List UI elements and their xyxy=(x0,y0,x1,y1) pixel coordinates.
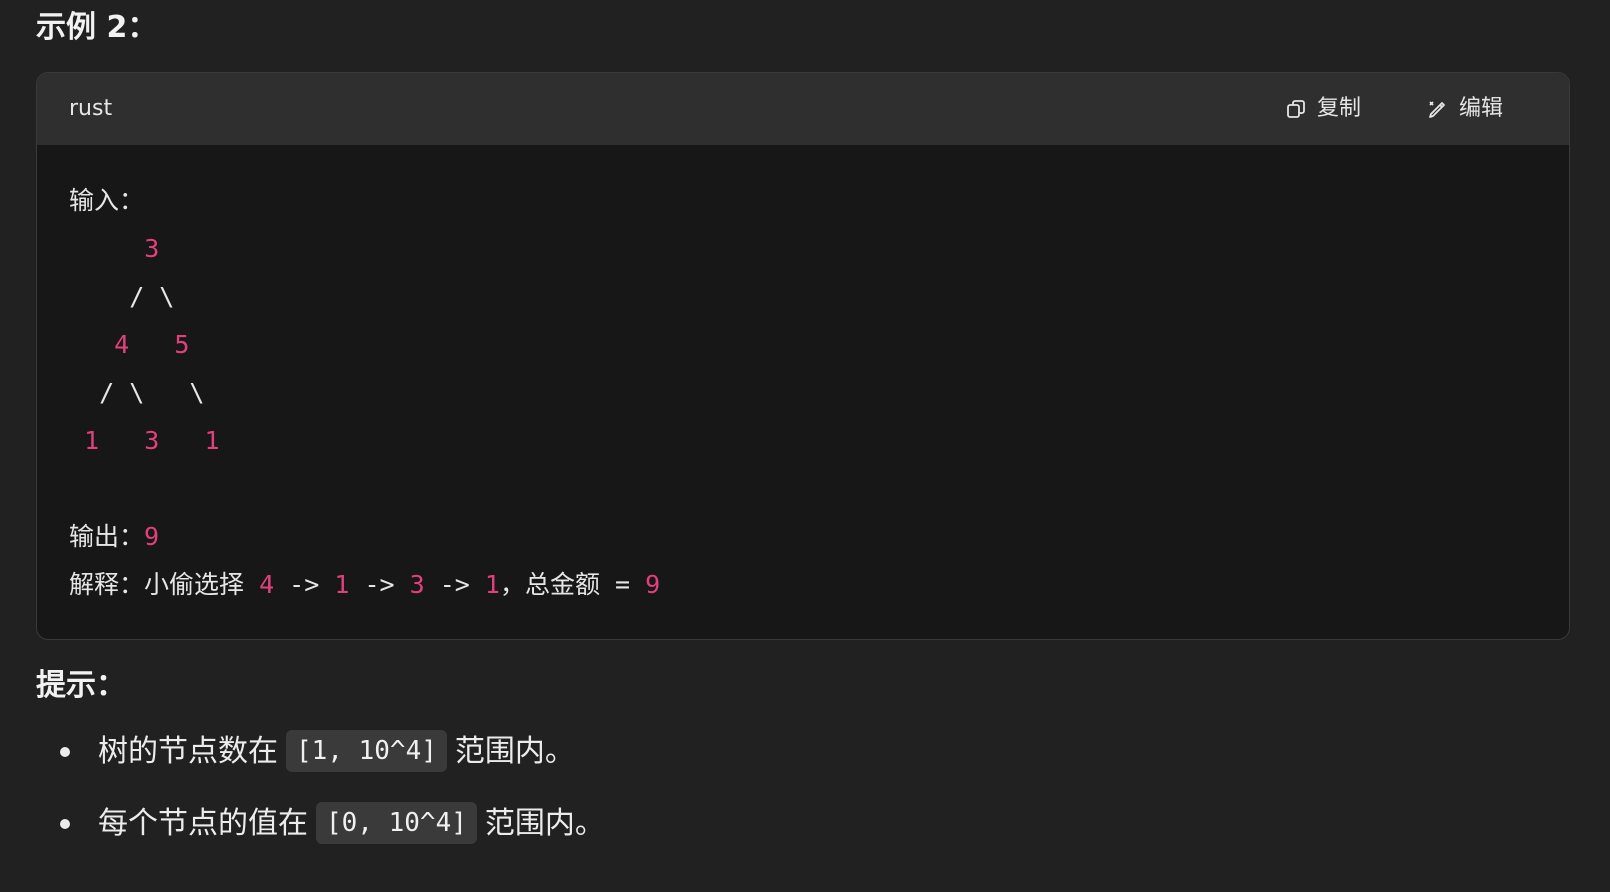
code-block-header: rust 复制 编辑 xyxy=(37,73,1569,145)
example-title: 示例 2： xyxy=(36,10,158,45)
inline-code: [0, 10^4] xyxy=(316,802,477,844)
code-text: -> xyxy=(274,570,335,599)
code-number: 1 xyxy=(204,426,220,455)
code-number: 9 xyxy=(144,522,160,551)
hint-item: 树的节点数在 [1, 10^4] 范围内。 xyxy=(60,730,605,802)
code-line: / \ xyxy=(69,273,660,321)
code-number: 3 xyxy=(144,234,160,263)
code-text: ，总金额 = xyxy=(499,570,646,599)
code-line: 输出：9 xyxy=(69,513,660,561)
code-text: -> xyxy=(349,570,410,599)
copy-label: 复制 xyxy=(1317,96,1362,121)
code-number: 1 xyxy=(84,426,100,455)
code-block: rust 复制 编辑 输入： 3 / \ 4 5 / \ \ 1 3 1 输出：… xyxy=(36,72,1570,640)
code-number: 1 xyxy=(334,570,350,599)
code-line: 输入： xyxy=(69,177,660,225)
code-text: / \ xyxy=(69,282,175,311)
inline-code: [1, 10^4] xyxy=(286,730,447,772)
code-text: 输出： xyxy=(69,522,145,551)
code-number: 3 xyxy=(144,426,160,455)
hint-text: 范围内。 xyxy=(484,806,605,841)
code-text: 输入： xyxy=(69,186,145,215)
hint-text: 范围内。 xyxy=(454,734,575,769)
bullet-dot-icon xyxy=(60,747,70,757)
hint-text: 每个节点的值在 xyxy=(98,806,308,841)
bullet-dot-icon xyxy=(60,819,70,829)
edit-label: 编辑 xyxy=(1459,96,1504,121)
copy-button[interactable]: 复制 xyxy=(1285,93,1361,125)
code-text: -> xyxy=(424,570,485,599)
code-number: 4 xyxy=(259,570,275,599)
code-number: 3 xyxy=(409,570,425,599)
hint-title: 提示： xyxy=(36,668,126,703)
code-line: 4 5 xyxy=(69,321,660,369)
code-text: 解释：小偷选择 xyxy=(69,570,260,599)
code-content: 输入： 3 / \ 4 5 / \ \ 1 3 1 输出：9 解释：小偷选择 4 -… xyxy=(69,177,660,609)
pencil-icon xyxy=(1427,98,1449,120)
code-line: 1 3 1 xyxy=(69,417,660,465)
code-line: / \ \ xyxy=(69,369,660,417)
code-text: / \ \ xyxy=(69,378,205,407)
hint-item: 每个节点的值在 [0, 10^4] 范围内。 xyxy=(60,802,605,874)
copy-icon xyxy=(1285,98,1307,120)
edit-button[interactable]: 编辑 xyxy=(1427,93,1503,125)
code-number: 1 xyxy=(484,570,500,599)
hint-text: 树的节点数在 xyxy=(98,734,278,769)
code-line: 3 xyxy=(69,225,660,273)
code-number: 4 xyxy=(114,330,130,359)
code-line: 解释：小偷选择 4 -> 1 -> 3 -> 1，总金额 = 9 xyxy=(69,561,660,609)
code-number: 9 xyxy=(645,570,661,599)
hint-list: 树的节点数在 [1, 10^4] 范围内。 每个节点的值在 [0, 10^4] 范围内。 xyxy=(60,730,605,874)
code-number: 5 xyxy=(174,330,190,359)
code-language-label: rust xyxy=(69,96,113,121)
